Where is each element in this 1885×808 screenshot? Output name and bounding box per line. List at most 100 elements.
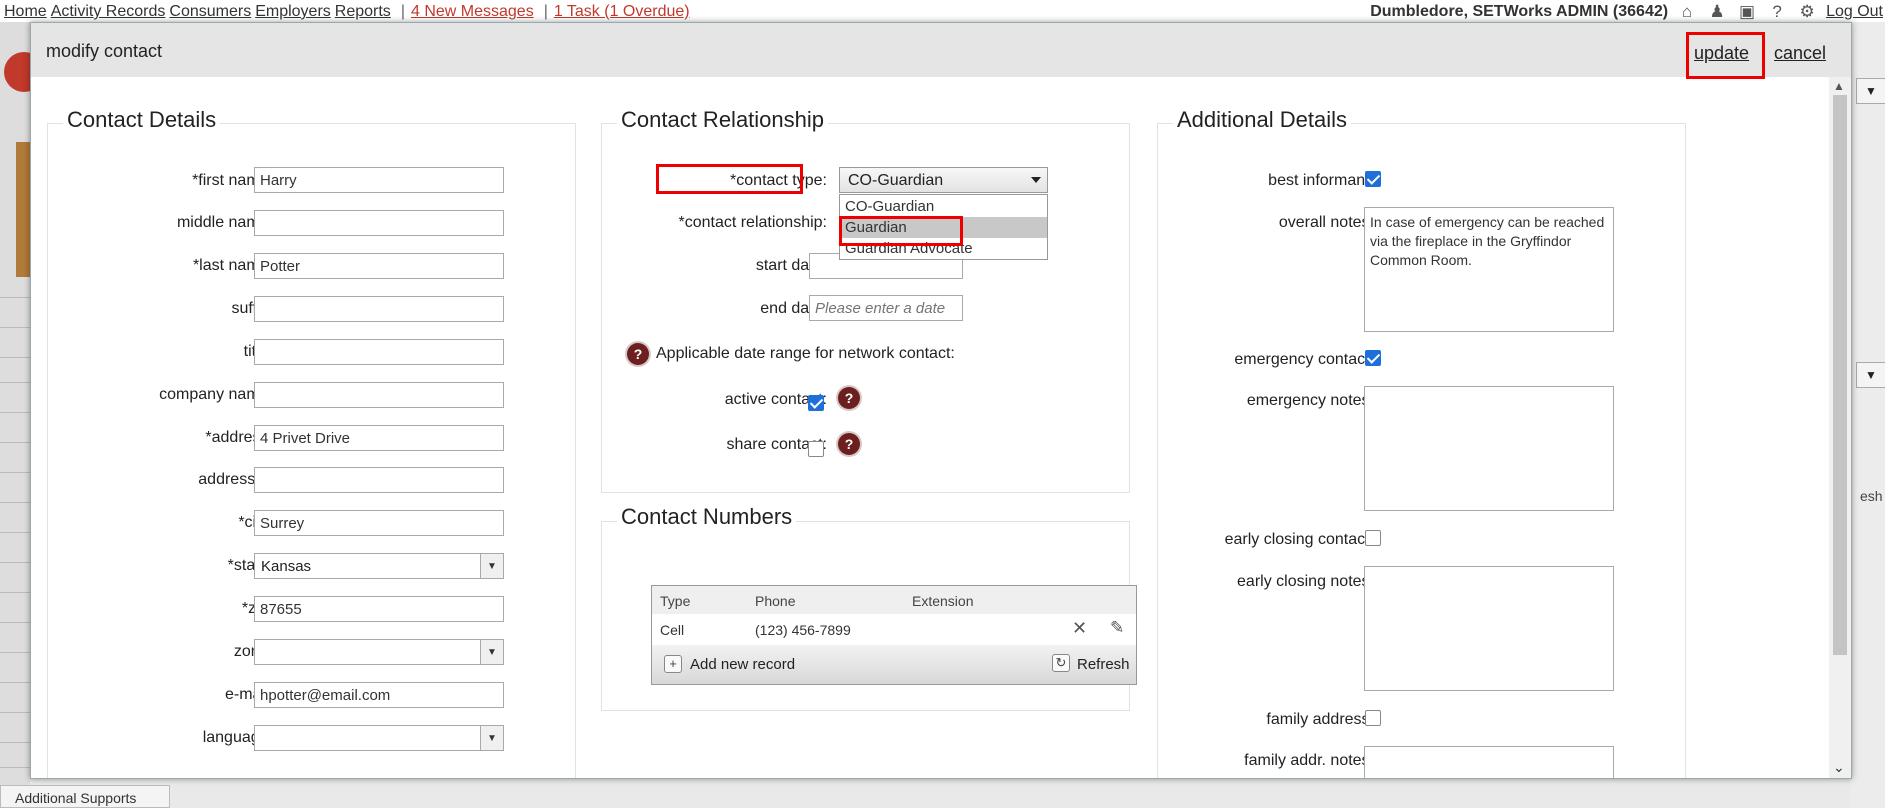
modify-contact-dialog: modify contact update cancel ▲ ⌄ Contact… (30, 22, 1852, 779)
dropdown-option-co-guardian[interactable]: CO-Guardian (840, 196, 1047, 217)
grid-column-extension[interactable]: Extension (912, 593, 973, 609)
add-new-record-button[interactable]: Add new record (690, 656, 795, 673)
emergency-notes-textarea[interactable] (1364, 386, 1614, 511)
nav-consumers-link[interactable]: Consumers (169, 3, 251, 20)
refresh-icon[interactable]: ↻ (1052, 654, 1070, 672)
chevron-down-icon[interactable]: ▼ (480, 726, 503, 750)
active-contact-checkbox[interactable] (808, 395, 824, 411)
best-informant-checkbox[interactable] (1365, 171, 1381, 187)
briefcase-icon[interactable]: ▣ (1736, 2, 1758, 22)
grid-column-phone[interactable]: Phone (755, 593, 795, 609)
date-range-text: Applicable date range for network contac… (656, 345, 955, 362)
dialog-scrollbar[interactable]: ▲ ⌄ (1829, 77, 1851, 778)
family-addr-notes-label: family addr. notes: (1244, 752, 1374, 769)
emergency-contact-checkbox[interactable] (1365, 350, 1381, 366)
first-name-input[interactable] (254, 167, 504, 193)
background-refresh-text: esh (1860, 488, 1883, 504)
nav-separator: | (400, 3, 405, 20)
title-input[interactable] (254, 339, 504, 365)
people-icon[interactable]: ♟ (1706, 2, 1728, 22)
background-dropdown[interactable]: ▼ (1856, 78, 1885, 104)
share-contact-help-icon[interactable]: ? (838, 433, 860, 455)
scroll-up-arrow-icon[interactable]: ▲ (1833, 79, 1845, 93)
tasks-link[interactable]: 1 Task (1 Overdue) (554, 3, 690, 20)
date-range-help-icon[interactable]: ? (627, 343, 649, 365)
active-contact-help-icon[interactable]: ? (838, 387, 860, 409)
contact-numbers-title: Contact Numbers (617, 504, 797, 530)
contact-numbers-grid: Type Phone Extension Cell (123) 456-7899… (651, 585, 1137, 685)
emergency-contact-label: emergency contact: (1234, 351, 1374, 368)
best-informant-label: best informant: (1268, 172, 1374, 189)
dropdown-option-guardian-advocate[interactable]: Guardian Advocate (840, 238, 1047, 259)
emergency-notes-label: emergency notes: (1246, 392, 1374, 409)
scrollbar-thumb[interactable] (1833, 95, 1847, 655)
contact-type-select[interactable]: CO-Guardian (839, 167, 1048, 193)
top-nav-user-area: Dumbledore, SETWorks ADMIN (36642) ⌂ ♟ ▣… (1370, 2, 1885, 22)
update-button[interactable]: update (1694, 43, 1749, 64)
zone-select[interactable]: ▼ (254, 639, 504, 665)
nav-reports-link[interactable]: Reports (335, 3, 391, 20)
family-address-label: family address: (1266, 711, 1374, 728)
grid-column-type[interactable]: Type (660, 593, 690, 609)
new-messages-link[interactable]: 4 New Messages (411, 3, 534, 20)
city-input[interactable] (254, 510, 504, 536)
top-navigation-bar: Home Activity Records Consumers Employers Re… (0, 0, 1885, 23)
early-closing-notes-label: early closing notes: (1237, 573, 1374, 590)
chevron-down-icon[interactable]: ▼ (480, 554, 503, 578)
nav-employers-link[interactable]: Employers (255, 3, 331, 20)
delete-icon[interactable]: ✕ (1072, 618, 1087, 639)
top-nav-links: Home Activity Records Consumers Employers Re… (4, 3, 694, 21)
overall-notes-label: overall notes: (1278, 214, 1374, 231)
home-icon[interactable]: ⌂ (1676, 2, 1698, 22)
additional-supports-tab[interactable]: Additional Supports (0, 785, 170, 808)
share-contact-checkbox[interactable] (808, 441, 824, 457)
state-select-value: Kansas (261, 558, 312, 575)
current-user-label: Dumbledore, SETWorks ADMIN (36642) (1370, 3, 1669, 20)
nav-separator: | (543, 3, 548, 20)
zip-input[interactable] (254, 596, 504, 622)
add-record-icon[interactable]: + (664, 655, 682, 673)
state-select[interactable]: Kansas ▼ (254, 553, 504, 579)
dialog-header: modify contact update cancel (31, 23, 1851, 79)
contact-relationship-label: *contact relationship: (678, 214, 827, 231)
chevron-down-icon[interactable]: ▼ (480, 640, 503, 664)
suffix-input[interactable] (254, 296, 504, 322)
nav-home-link[interactable]: Home (4, 3, 47, 20)
last-name-input[interactable] (254, 253, 504, 279)
logout-link[interactable]: Log Out (1826, 3, 1883, 21)
help-icon[interactable]: ? (1766, 2, 1788, 22)
edit-pencil-icon[interactable]: ✎ (1110, 618, 1124, 638)
cancel-button[interactable]: cancel (1774, 43, 1826, 64)
background-right-column: ▼ ▼ esh (1850, 22, 1885, 808)
overall-notes-textarea[interactable]: In case of emergency can be reached via … (1364, 207, 1614, 332)
nav-activity-records-link[interactable]: Activity Records (51, 3, 166, 20)
company-name-input[interactable] (254, 382, 504, 408)
scroll-down-arrow-icon[interactable]: ⌄ (1833, 759, 1845, 776)
email-input[interactable] (254, 682, 504, 708)
language-select[interactable]: ▼ (254, 725, 504, 751)
contact-type-label: *contact type: (730, 172, 827, 189)
additional-details-title: Additional Details (1173, 107, 1351, 133)
row-type-cell: Cell (660, 622, 685, 638)
address-2-input[interactable] (254, 467, 504, 493)
consumer-photo (16, 142, 30, 277)
address-input[interactable] (254, 425, 504, 451)
middle-name-input[interactable] (254, 210, 504, 236)
background-dropdown[interactable]: ▼ (1856, 362, 1885, 388)
early-closing-contact-label: early closing contact: (1224, 531, 1374, 548)
early-closing-notes-textarea[interactable] (1364, 566, 1614, 691)
family-address-checkbox[interactable] (1365, 710, 1381, 726)
chevron-down-icon[interactable] (1031, 177, 1041, 183)
background-sidebar (0, 22, 44, 808)
early-closing-contact-checkbox[interactable] (1365, 530, 1381, 546)
contact-details-title: Contact Details (63, 107, 221, 133)
table-row[interactable]: Cell (123) 456-7899 ✕ ✎ (652, 614, 1136, 646)
refresh-button[interactable]: Refresh (1077, 656, 1130, 673)
gear-icon[interactable]: ⚙ (1796, 2, 1818, 22)
end-date-input[interactable] (809, 295, 963, 321)
family-addr-notes-textarea[interactable] (1364, 746, 1614, 778)
contact-relationship-title: Contact Relationship (617, 107, 829, 133)
contact-type-dropdown-list: CO-Guardian Guardian Guardian Advocate (839, 194, 1048, 260)
grid-footer: + Add new record ↻ Refresh (652, 645, 1136, 684)
dropdown-option-guardian[interactable]: Guardian (840, 217, 1047, 238)
